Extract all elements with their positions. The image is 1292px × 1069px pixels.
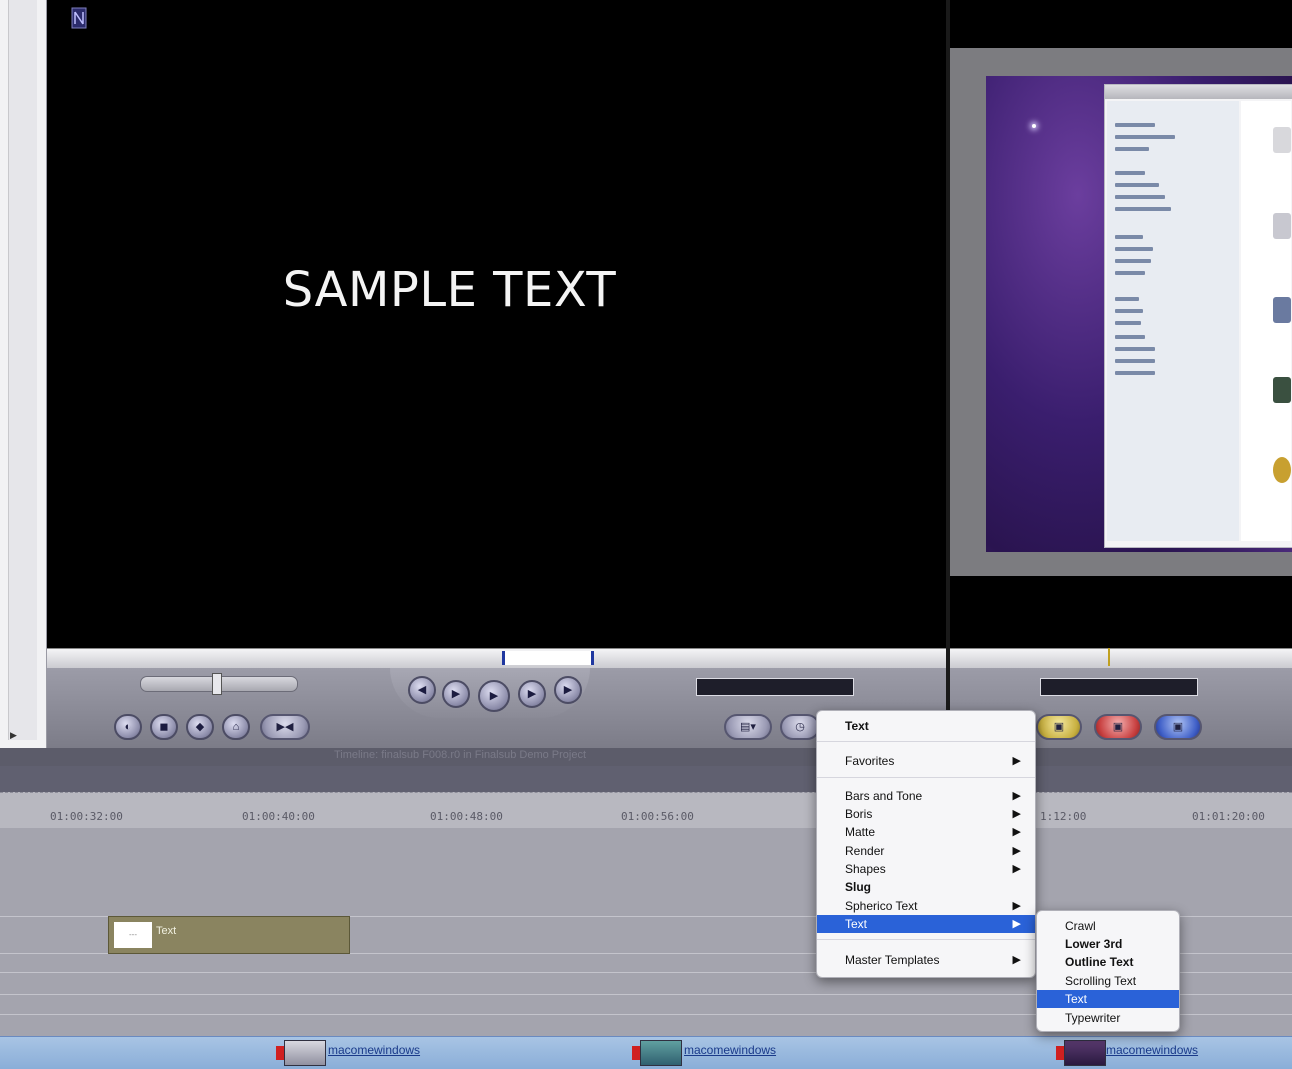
add-keyframe-button[interactable]: ◆ [186,714,214,740]
transition-marker [632,1046,640,1060]
menu-item-favorites[interactable]: Favorites ▶ [817,752,1035,770]
insert-button[interactable]: ▣ [1094,714,1142,740]
video-clip-label[interactable]: macomewindows [684,1043,776,1057]
video-clip-thumbnail [640,1040,682,1066]
generator-popup-button[interactable]: ▤▾ [724,714,772,740]
menu-item-text[interactable]: Text ▶ [817,915,1035,933]
next-edit-button[interactable]: ▶ [554,676,582,704]
viewer-scrubber-bar[interactable] [47,648,946,669]
submenu-arrow-icon: ▶ [1012,790,1021,802]
submenu-item-scrolling-text[interactable]: Scrolling Text [1037,972,1179,990]
mark-clip-button[interactable]: ◼ [150,714,178,740]
submenu-arrow-icon: ▶ [1012,755,1021,767]
browser-panel-edge [0,0,47,748]
text-submenu: Crawl Lower 3rd Outline Text Scrolling T… [1036,910,1180,1032]
recent-clips-button[interactable]: ◷ [780,714,820,740]
canvas-playhead[interactable] [1108,648,1110,666]
video-clip-thumbnail [1064,1040,1106,1066]
submenu-item-typewriter[interactable]: Typewriter [1037,1009,1179,1027]
viewer-overlay-text: SAMPLE TEXT [282,262,617,318]
menu-item-shapes[interactable]: Shapes ▶ [817,860,1035,878]
finder-content [1241,101,1291,541]
submenu-item-outline-text[interactable]: Outline Text [1037,953,1179,971]
mark-in-out-button[interactable]: ▶◀ [260,714,310,740]
shuttle-knob[interactable] [212,673,222,695]
submenu-item-lower-3rd[interactable]: Lower 3rd [1037,935,1179,953]
previous-edit-button[interactable]: ◀ [408,676,436,704]
timecode-label: 01:01:20:00 [1192,810,1265,823]
add-marker-button[interactable]: ⌂ [222,714,250,740]
submenu-arrow-icon: ▶ [1012,918,1021,930]
menu-item-master-templates[interactable]: Master Templates ▶ [817,951,1035,969]
menu-item-render[interactable]: Render ▶ [817,842,1035,860]
submenu-arrow-icon: ▶ [1012,954,1021,966]
play-around-button[interactable]: ▶ [518,680,546,708]
video-clip-label[interactable]: macomewindows [328,1043,420,1057]
submenu-arrow-icon: ▶ [1012,826,1021,838]
submenu-arrow-icon: ▶ [1012,808,1021,820]
video-clip-thumbnail [284,1040,326,1066]
timecode-label: 01:00:56:00 [621,810,694,823]
timecode-label: 01:00:48:00 [430,810,503,823]
text-clip-label: Text [156,925,177,937]
submenu-arrow-icon: ▶ [1012,863,1021,875]
menu-item-boris[interactable]: Boris ▶ [817,805,1035,823]
timeline-tab-bar [0,766,1292,792]
submenu-item-text[interactable]: Text [1037,990,1179,1008]
menu-header: Text [845,719,869,733]
text-clip-thumbnail: --- [114,922,152,948]
canvas-scrubber-bar[interactable] [950,648,1292,669]
disclosure-triangle-icon[interactable]: ▶ [10,730,22,742]
timeline-title: Timeline: finalsub F008.r0 in Finalsub D… [333,749,587,761]
overwrite-button[interactable]: ▣ [1036,714,1082,740]
finder-window-image [1104,84,1292,548]
menu-item-spherico-text[interactable]: Spherico Text ▶ [817,897,1035,915]
replace-button[interactable]: ▣ [1154,714,1202,740]
menu-item-matte[interactable]: Matte ▶ [817,823,1035,841]
menu-item-bars-and-tone[interactable]: Bars and Tone ▶ [817,787,1035,805]
submenu-item-crawl[interactable]: Crawl [1037,917,1179,935]
video-clip-label[interactable]: macomewindows [1106,1043,1198,1057]
finder-titlebar [1105,85,1292,99]
canvas-jog-control[interactable] [1040,678,1198,696]
submenu-arrow-icon: ▶ [1012,845,1021,857]
play-button[interactable]: ▶ [478,680,510,712]
viewer-window [47,0,946,648]
timecode-label: 1:12:00 [1040,810,1087,823]
star-graphic [1032,124,1036,128]
transition-marker [1056,1046,1064,1060]
transition-marker [276,1046,284,1060]
play-in-to-out-button[interactable]: ▶ [442,680,470,708]
timecode-label: 01:00:32:00 [50,810,123,823]
menu-item-slug[interactable]: Slug [817,878,1035,896]
generator-menu: Text Favorites ▶ Bars and Tone ▶ Boris ▶ Ma… [816,710,1036,978]
in-point-marker-icon [71,7,87,29]
match-frame-button[interactable]: ◐ [114,714,142,740]
finder-sidebar [1107,101,1239,541]
submenu-arrow-icon: ▶ [1012,900,1021,912]
timecode-label: 01:00:40:00 [242,810,315,823]
viewer-jog-control[interactable] [696,678,854,696]
